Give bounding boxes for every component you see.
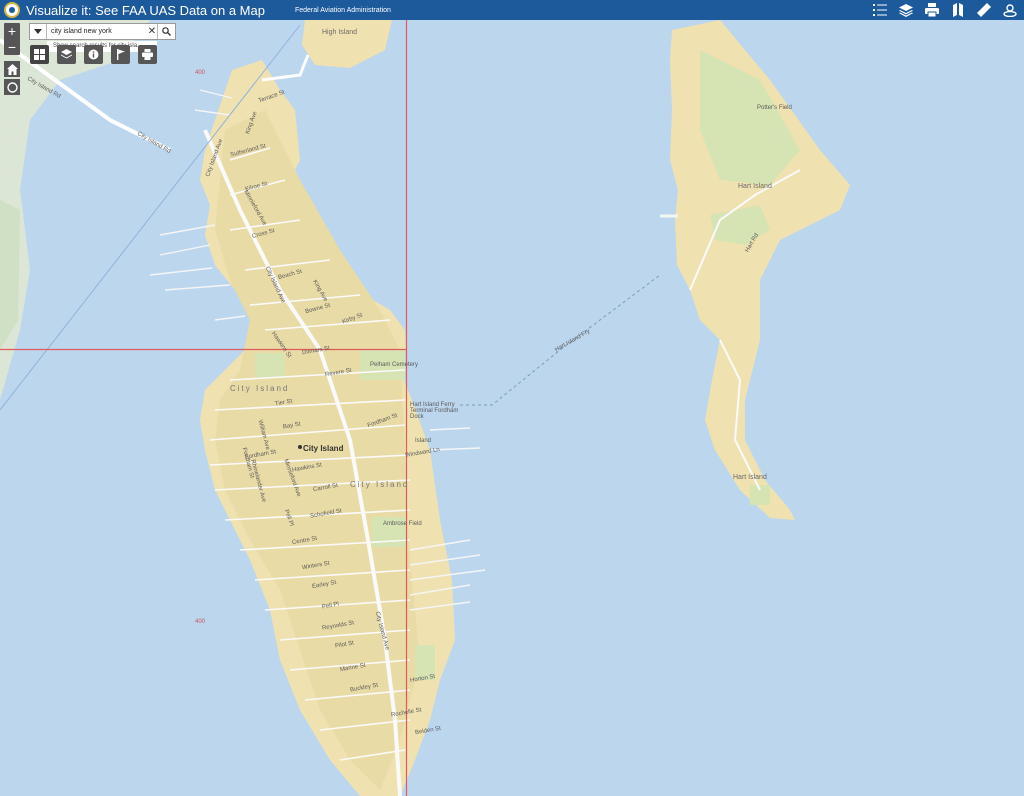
layers-icon[interactable]	[898, 2, 914, 18]
grid-value-label: 400	[195, 619, 206, 625]
app-title: Visualize it: See FAA UAS Data on a Map	[26, 2, 265, 18]
locate-icon	[6, 81, 18, 93]
home-icon	[6, 63, 18, 75]
zoom-in-button[interactable]: +	[4, 23, 20, 39]
search-icon	[162, 27, 171, 36]
search-button[interactable]	[157, 24, 175, 39]
potters-field-label: Potter's Field	[757, 105, 792, 111]
basemap	[0, 20, 1024, 796]
search-input[interactable]: city island new york	[47, 28, 147, 35]
widget-toolbar	[30, 45, 157, 64]
basemap-icon[interactable]	[950, 2, 966, 18]
app-header: Visualize it: See FAA UAS Data on a Map …	[0, 0, 1024, 20]
print-widget-icon[interactable]	[138, 45, 157, 64]
zoom-out-button[interactable]: −	[4, 39, 20, 55]
measure-icon[interactable]	[976, 2, 992, 18]
ambrose-field-label: Ambrose Field	[383, 521, 422, 527]
locate-button[interactable]	[4, 79, 20, 95]
ferry-terminal-label: Hart Island Ferry Terminal Fordham Dock	[410, 402, 459, 420]
faa-logo-icon	[4, 2, 20, 18]
app-subtitle: Federal Aviation Administration	[294, 6, 391, 14]
grid-value-label: 400	[195, 70, 206, 76]
high-island-label: High Island	[322, 29, 358, 36]
cemetery-label: Pelham Cemetery	[370, 362, 419, 368]
search-widget: city island new york ✕	[29, 23, 176, 40]
island-label: Island	[415, 438, 432, 444]
info-icon[interactable]	[84, 45, 103, 64]
city-island-area-label: City Island	[230, 384, 290, 393]
hart-island-label: Hart Island	[738, 183, 772, 190]
home-button[interactable]	[4, 61, 20, 77]
city-island-area-label-2: City Island	[350, 480, 410, 489]
search-source-dropdown[interactable]	[30, 24, 47, 39]
city-island-point-label: City Island	[303, 444, 344, 453]
print-icon[interactable]	[924, 2, 940, 18]
header-toolbar	[872, 2, 1018, 18]
share-icon[interactable]	[1002, 2, 1018, 18]
bookmark-icon[interactable]	[111, 45, 130, 64]
layer-list-icon[interactable]	[57, 45, 76, 64]
map-view[interactable]: 400 400 High Island City Island City Isl…	[0, 20, 1024, 796]
legend-list-icon[interactable]	[872, 2, 888, 18]
zoom-control: + −	[4, 23, 20, 55]
basemap-gallery-icon[interactable]	[30, 45, 49, 64]
clear-search-icon[interactable]: ✕	[147, 26, 157, 37]
hart-island-south-label: Hart Island	[733, 474, 767, 481]
